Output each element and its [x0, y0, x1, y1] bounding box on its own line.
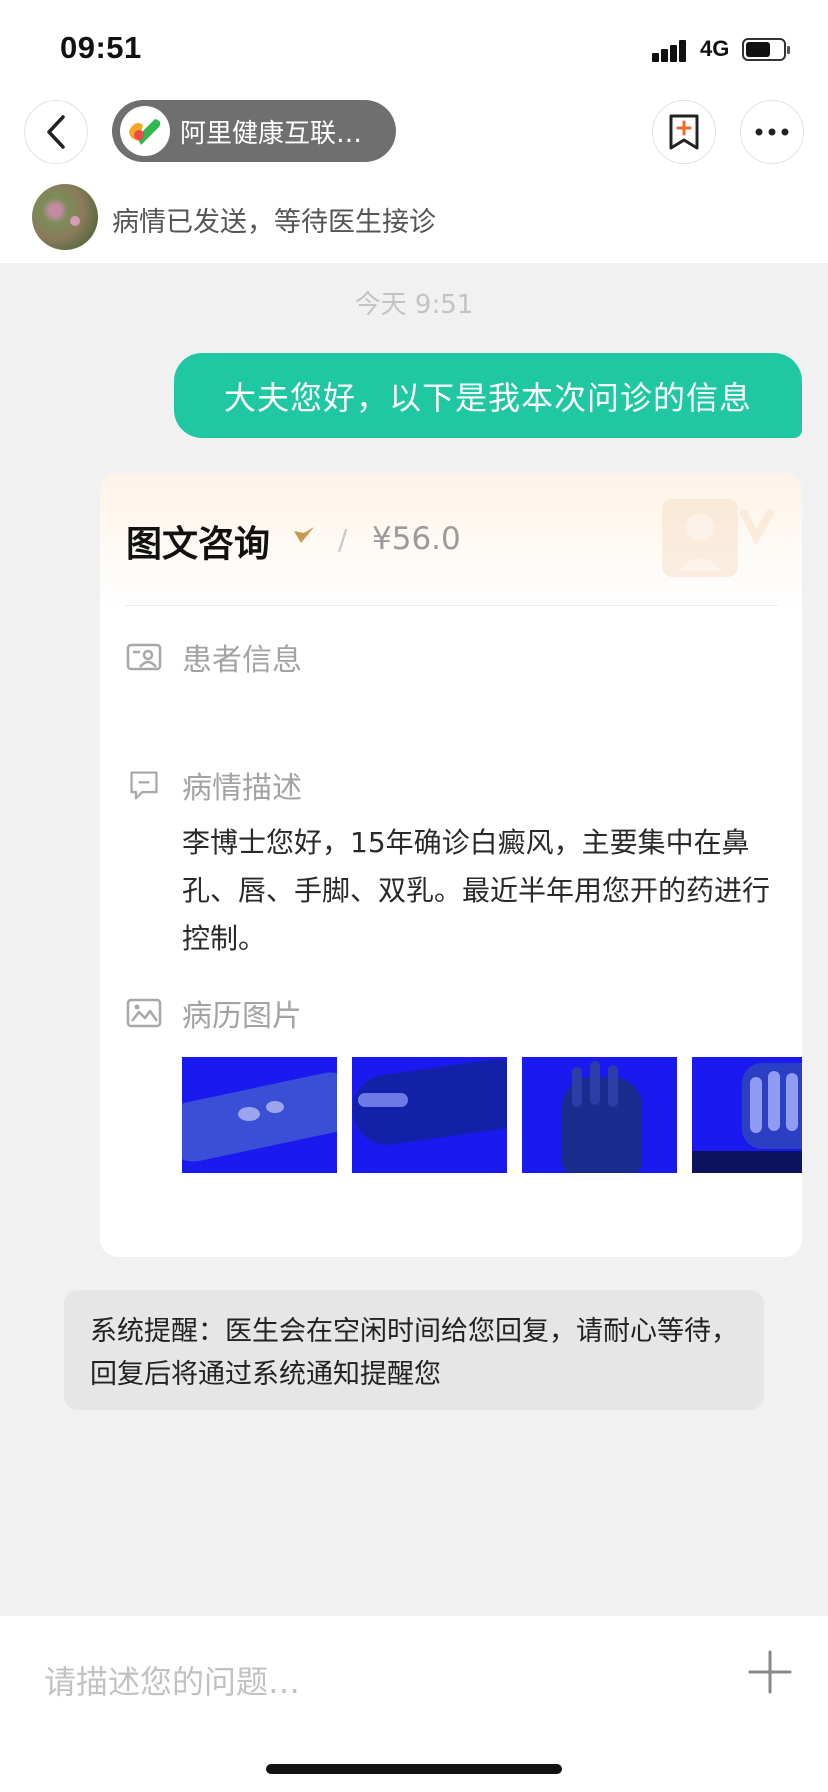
back-button[interactable]: [24, 100, 88, 164]
condition-description: 李博士您好，15年确诊白癜风，主要集中在鼻孔、唇、手脚、双乳。最近半年用您开的药…: [182, 826, 771, 955]
chat-header: 阿里健康互联… 病情已发送，等待医生接诊: [0, 98, 828, 263]
home-indicator: [266, 1764, 562, 1774]
avatar[interactable]: [32, 184, 98, 250]
history-image-3[interactable]: [522, 1057, 677, 1173]
image-icon: [126, 998, 162, 1028]
status-time: 09:51: [60, 30, 142, 65]
patient-info-label: 患者信息: [182, 643, 302, 678]
signal-icon: [652, 38, 696, 62]
doctor-status-row: 病情已发送，等待医生接诊: [0, 184, 828, 260]
system-notice: 系统提醒：医生会在空闲时间给您回复，请耐心等待，回复后将通过系统通知提醒您: [64, 1290, 764, 1410]
history-image-2[interactable]: [352, 1057, 507, 1173]
app-logo-icon: [120, 106, 170, 156]
message-timestamp: 今天 9:51: [354, 290, 474, 320]
back-icon: [47, 115, 65, 149]
title-separator: /: [338, 523, 348, 556]
battery-icon: [742, 38, 790, 61]
consult-status-text: 病情已发送，等待医生接诊: [112, 207, 436, 238]
message-input-bar: [0, 1616, 828, 1792]
card-divider: [124, 605, 778, 606]
verified-check-icon: [294, 527, 314, 543]
history-images-label: 病历图片: [182, 999, 302, 1034]
status-bar: 09:51 4G: [0, 0, 828, 98]
message-input[interactable]: [44, 1652, 684, 1712]
app-pill[interactable]: 阿里健康互联…: [112, 100, 396, 162]
history-image-1[interactable]: [182, 1057, 337, 1173]
more-button[interactable]: [740, 100, 804, 164]
add-attachment-icon[interactable]: [744, 1646, 796, 1698]
more-icon: [755, 128, 789, 136]
consult-price: ¥56.0: [372, 521, 461, 557]
patient-id-icon: [126, 643, 162, 671]
network-type: 4G: [700, 36, 730, 61]
bookmark-button[interactable]: [652, 100, 716, 164]
history-image-strip[interactable]: [182, 1057, 802, 1173]
consultation-card[interactable]: 图文咨询 / ¥56.0 患者信息 病情描述 李博士您好，15年确诊白癜风，主要…: [100, 473, 802, 1257]
outgoing-message-bubble[interactable]: 大夫您好，以下是我本次问诊的信息: [174, 353, 802, 438]
message-icon: [130, 771, 158, 800]
card-title: 图文咨询: [126, 524, 271, 565]
doctor-decoration-icon: [662, 499, 774, 577]
bookmark-add-icon: [669, 114, 699, 150]
condition-label: 病情描述: [182, 771, 302, 806]
history-image-4[interactable]: [692, 1057, 802, 1173]
app-name: 阿里健康互联…: [180, 118, 363, 149]
